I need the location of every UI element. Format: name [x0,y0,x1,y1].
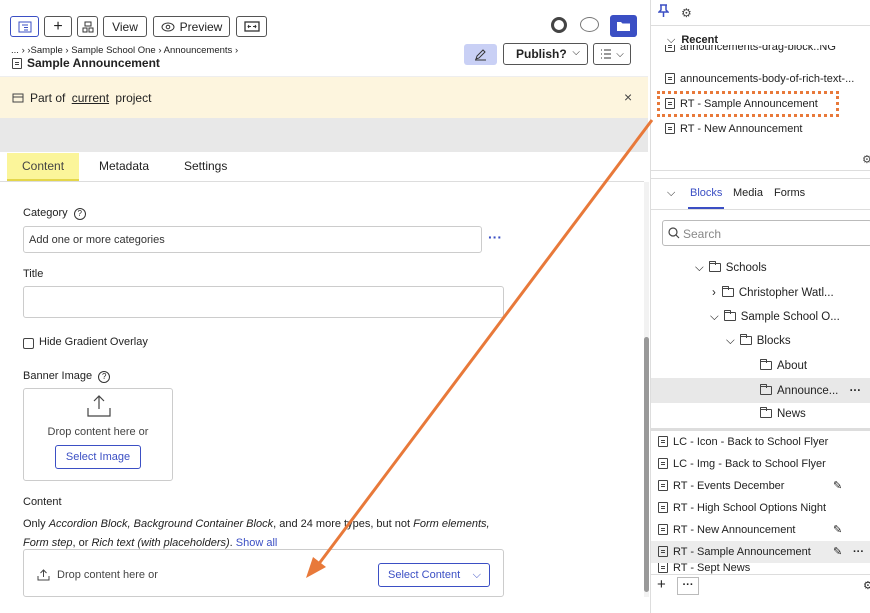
annotation-arrow [306,119,654,578]
